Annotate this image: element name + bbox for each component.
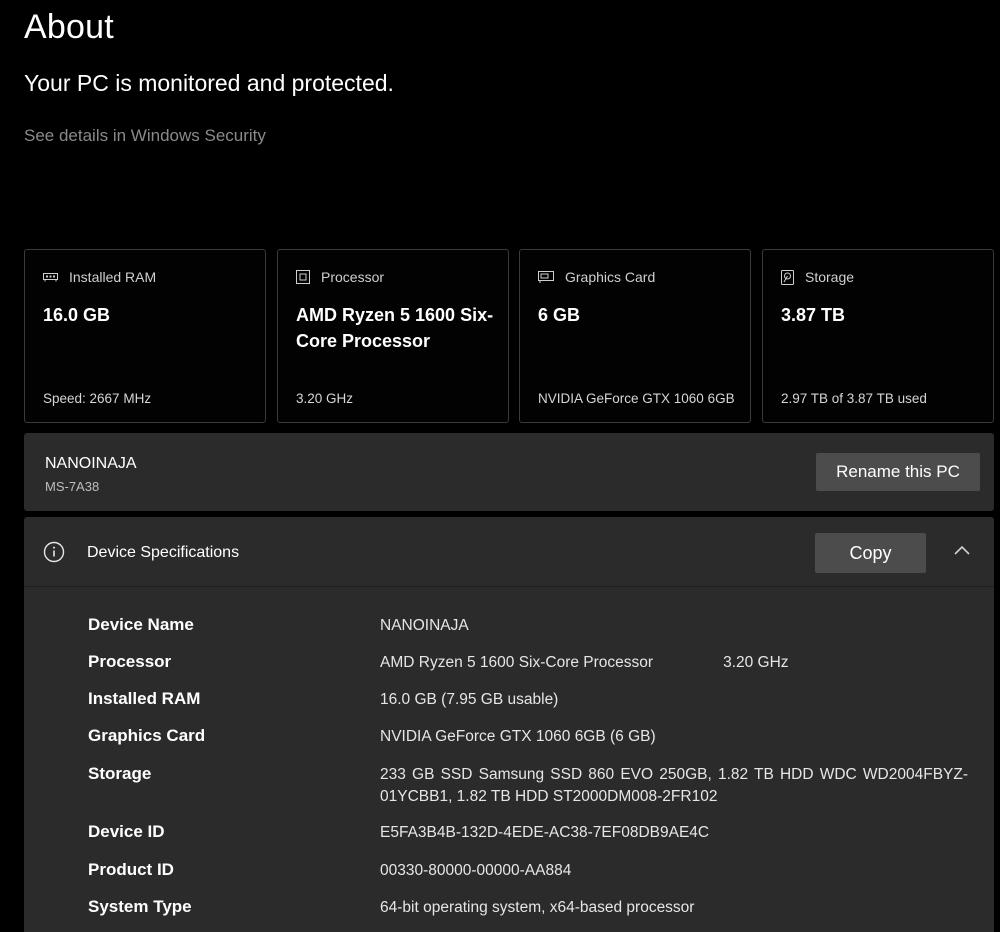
card-label: Graphics Card — [565, 269, 656, 285]
card-detail: NVIDIA GeForce GTX 1060 6GB — [538, 391, 735, 406]
spec-value: NVIDIA GeForce GTX 1060 6GB (6 GB) — [380, 728, 656, 745]
spec-value: 16.0 GB (7.95 GB usable) — [380, 691, 559, 708]
about-page: About Your PC is monitored and protected… — [0, 0, 1000, 932]
card-graphics-card: Graphics Card 6 GB NVIDIA GeForce GTX 10… — [519, 249, 751, 423]
pc-model: MS-7A38 — [45, 479, 100, 494]
spec-value: 233 GB SSD Samsung SSD 860 EVO 250GB, 1.… — [380, 766, 968, 805]
spec-row-device-id: Device ID E5FA3B4B-132D-4EDE-AC38-7EF08D… — [88, 822, 968, 860]
spec-key: Graphics Card — [88, 726, 206, 745]
spec-value: AMD Ryzen 5 1600 Six-Core Processor — [380, 654, 654, 671]
card-processor: Processor AMD Ryzen 5 1600 Six-Core Proc… — [277, 249, 509, 423]
spec-key: Device Name — [88, 615, 194, 634]
spec-key: Product ID — [88, 860, 174, 879]
device-specifications-panel: Device Specifications Copy Device Name N… — [24, 517, 994, 932]
spec-row-storage: Storage 233 GB SSD Samsung SSD 860 EVO 2… — [88, 764, 968, 822]
spec-row-installed-ram: Installed RAM 16.0 GB (7.95 GB usable) — [88, 689, 968, 726]
card-value: AMD Ryzen 5 1600 Six-Core Processor — [296, 305, 494, 351]
card-value: 3.87 TB — [781, 305, 846, 325]
chevron-up-icon[interactable] — [952, 541, 972, 561]
copy-button[interactable]: Copy — [815, 533, 926, 573]
spec-key: Processor — [88, 652, 172, 671]
spec-key: Installed RAM — [88, 689, 201, 708]
protection-status: Your PC is monitored and protected. — [24, 70, 394, 96]
processor-icon — [296, 270, 310, 284]
pc-name: NANOINAJA — [45, 455, 137, 472]
card-detail: 2.97 TB of 3.87 TB used — [781, 391, 927, 406]
info-icon — [43, 541, 65, 563]
device-specifications-title: Device Specifications — [87, 544, 240, 561]
spec-value: NANOINAJA — [380, 617, 469, 634]
specifications-list: Device Name NANOINAJA Processor AMD Ryze… — [88, 615, 968, 927]
spec-value: E5FA3B4B-132D-4EDE-AC38-7EF08DB9AE4C — [380, 824, 710, 841]
card-label: Installed RAM — [69, 269, 157, 285]
graphics-card-icon — [538, 271, 554, 283]
hardware-summary-cards: Installed RAM 16.0 GB Speed: 2667 MHz Pr… — [24, 249, 994, 423]
spec-row-system-type: System Type 64-bit operating system, x64… — [88, 897, 968, 927]
pc-name-bar: NANOINAJA MS-7A38 Rename this PC — [24, 433, 994, 511]
card-label: Processor — [321, 269, 385, 285]
spec-key: Device ID — [88, 822, 165, 841]
card-installed-ram: Installed RAM 16.0 GB Speed: 2667 MHz — [24, 249, 266, 423]
rename-pc-button[interactable]: Rename this PC — [816, 453, 980, 491]
spec-value: 64-bit operating system, x64-based proce… — [380, 899, 695, 916]
card-value: 16.0 GB — [43, 305, 111, 325]
windows-security-link[interactable]: See details in Windows Security — [24, 126, 266, 146]
card-storage: Storage 3.87 TB 2.97 TB of 3.87 TB used — [762, 249, 994, 423]
ram-icon — [43, 273, 58, 282]
spec-key: System Type — [88, 897, 192, 916]
page-title: About — [24, 8, 114, 46]
spec-key: Storage — [88, 764, 152, 783]
spec-value: 00330-80000-00000-AA884 — [380, 862, 572, 879]
card-value: 6 GB — [538, 305, 581, 325]
spec-row-processor: Processor AMD Ryzen 5 1600 Six-Core Proc… — [88, 652, 968, 689]
card-label: Storage — [805, 269, 855, 285]
spec-row-product-id: Product ID 00330-80000-00000-AA884 — [88, 860, 968, 897]
spec-row-device-name: Device Name NANOINAJA — [88, 615, 968, 652]
storage-icon — [781, 269, 794, 285]
card-detail: 3.20 GHz — [296, 391, 354, 406]
device-specifications-header[interactable]: Device Specifications Copy — [24, 517, 994, 587]
card-detail: Speed: 2667 MHz — [43, 391, 152, 406]
spec-row-graphics-card: Graphics Card NVIDIA GeForce GTX 1060 6G… — [88, 726, 968, 764]
spec-value-speed: 3.20 GHz — [723, 654, 789, 671]
